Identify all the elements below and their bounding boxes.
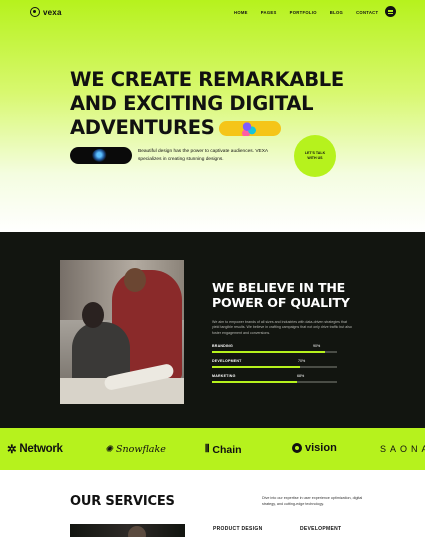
skill-bar-branding: BRANDING 90% [212,344,337,355]
lets-talk-button[interactable]: LET'S TALK WITH US [294,135,336,177]
team-photo [60,260,184,404]
abstract-art-icon [238,121,259,136]
logo-text: vexa [43,7,62,17]
chain-icon: ⫴ [205,443,210,455]
snowflake-icon: ✺ [105,444,113,455]
logo-saona: SAONA [380,444,425,454]
photo-person [128,526,146,537]
headline-line-3-text: ADVENTURES [70,116,215,139]
hamburger-icon [388,9,393,11]
service-category-product-design[interactable]: PRODUCT DESIGN [213,526,262,532]
service-category-development[interactable]: DEVELOPMENT [300,526,341,532]
photo-head-man [124,268,146,292]
globe-icon [92,149,108,162]
skill-bar-development: DEVELOPMENT 70% [212,359,337,370]
skill-track [212,351,337,353]
hero-headline: WE CREATE REMARKABLE AND EXCITING DIGITA… [70,68,360,140]
logo-chain-text: Chain [212,443,242,456]
headline-line-1: WE CREATE REMARKABLE [70,68,344,91]
skill-track [212,381,337,383]
logo-network: ✲ Network [7,442,63,456]
hamburger-line [388,12,393,14]
showreel-pill[interactable] [70,147,132,164]
headline-line-2: AND EXCITING DIGITAL [70,92,314,115]
logo-snowflake: ✺ Snowflake [105,444,166,455]
logo-chain: ⫴ Chain [205,443,242,456]
skill-bar-marketing: MARKETING 68% [212,374,337,385]
nav-item-portfolio[interactable]: PORTFOLIO [290,10,317,15]
nav-item-blog[interactable]: BLOG [330,10,343,15]
services-photo [70,524,185,537]
decorative-pill-image [218,121,281,136]
hero-section: vexa HOME PAGES PORTFOLIO BLOG CONTACT W… [0,0,425,232]
quality-section: WE BELIEVE IN THE POWER OF QUALITY We ai… [0,232,425,428]
services-section: OUR SERVICES Dive into our expertise in … [0,470,425,537]
quality-title-line-1: WE BELIEVE IN THE [212,280,346,295]
logo-vision: vision [292,442,337,454]
nav-item-contact[interactable]: CONTACT [356,10,378,15]
logo-snowflake-text: Snowflake [115,444,166,455]
hamburger-line [388,11,393,12]
quality-title: WE BELIEVE IN THE POWER OF QUALITY [212,280,350,310]
nav-item-pages[interactable]: PAGES [261,10,277,15]
services-text: Dive into our expertise in user experien… [262,496,363,506]
skill-fill [212,351,325,353]
nav-item-home[interactable]: HOME [234,10,248,15]
skill-percent: 90% [313,344,321,348]
partner-logos-strip: ✲ Network ✺ Snowflake ⫴ Chain vision SAO… [0,428,425,470]
skill-percent: 68% [297,374,305,378]
top-nav: vexa HOME PAGES PORTFOLIO BLOG CONTACT [0,0,425,26]
services-title: OUR SERVICES [70,494,175,509]
photo-head-woman [82,302,104,328]
quality-title-line-2: POWER OF QUALITY [212,295,350,310]
hamburger-menu-button[interactable] [385,6,396,17]
vision-icon [292,443,302,453]
logo-vision-text: vision [305,442,337,454]
skill-label: BRANDING [212,344,233,348]
network-icon: ✲ [7,444,17,456]
skill-label: MARKETING [212,374,236,378]
logo-icon [30,7,40,17]
logo[interactable]: vexa [30,7,62,17]
main-menu: HOME PAGES PORTFOLIO BLOG CONTACT [234,10,378,15]
quality-text: We aim to empower brands of all sizes an… [212,320,352,335]
skill-percent: 70% [298,359,306,363]
logo-saona-text: SAONA [380,444,425,454]
lets-talk-label: LET'S TALK WITH US [304,151,326,160]
hero-description: Beautiful design has the power to captiv… [138,149,268,162]
logo-network-text: Network [19,443,63,455]
skill-track [212,366,337,368]
skill-label: DEVELOPMENT [212,359,242,363]
skill-fill [212,366,300,368]
skill-fill [212,381,297,383]
